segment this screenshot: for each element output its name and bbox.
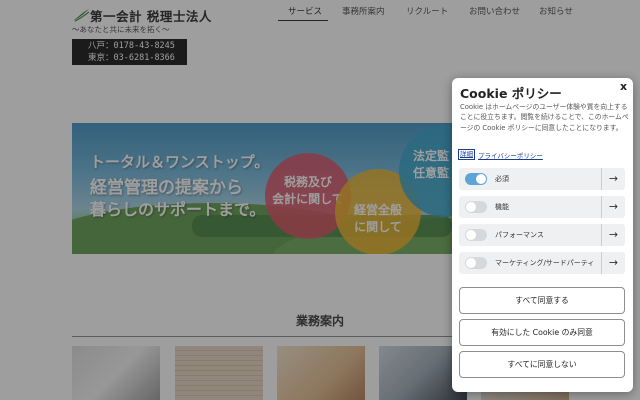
category-label: パフォーマンス [495, 231, 544, 239]
category-label: 機能 [495, 203, 509, 211]
toggle-knob [466, 202, 476, 212]
toggle-knob [466, 230, 476, 240]
details-link[interactable]: 詳細 [458, 149, 475, 160]
toggle-performance[interactable] [465, 229, 487, 241]
arrow-right-icon[interactable]: → [601, 224, 625, 246]
category-label: 必須 [495, 175, 509, 183]
accept-enabled-button[interactable]: 有効にした Cookie のみ同意 [459, 319, 625, 346]
privacy-policy-link[interactable]: プライバシーポリシー [478, 150, 543, 160]
toggle-necessary[interactable] [465, 173, 487, 185]
toggle-knob [466, 258, 476, 268]
arrow-right-icon[interactable]: → [601, 168, 625, 190]
arrow-right-icon[interactable]: → [601, 196, 625, 218]
arrow-right-icon[interactable]: → [601, 252, 625, 274]
toggle-knob [476, 174, 486, 184]
category-label: マーケティング/サードパーティ [495, 259, 595, 267]
toggle-functional[interactable] [465, 201, 487, 213]
accept-all-button[interactable]: すべて同意する [459, 287, 625, 314]
cookie-category-performance: パフォーマンス → [459, 224, 625, 246]
toggle-marketing[interactable] [465, 257, 487, 269]
cookie-category-necessary: 必須 → [459, 168, 625, 190]
close-icon[interactable]: x [620, 80, 627, 93]
cookie-category-functional: 機能 → [459, 196, 625, 218]
reject-all-button[interactable]: すべてに同意しない [459, 351, 625, 378]
cookie-category-marketing: マーケティング/サードパーティ → [459, 252, 625, 274]
cookie-description: Cookie はホームページのユーザー体験や質を向上することに役立ちます。閲覧を… [460, 103, 629, 132]
cookie-title: Cookie ポリシー [460, 86, 562, 101]
cookie-consent-panel: x Cookie ポリシー Cookie はホームページのユーザー体験や質を向上… [452, 78, 633, 392]
